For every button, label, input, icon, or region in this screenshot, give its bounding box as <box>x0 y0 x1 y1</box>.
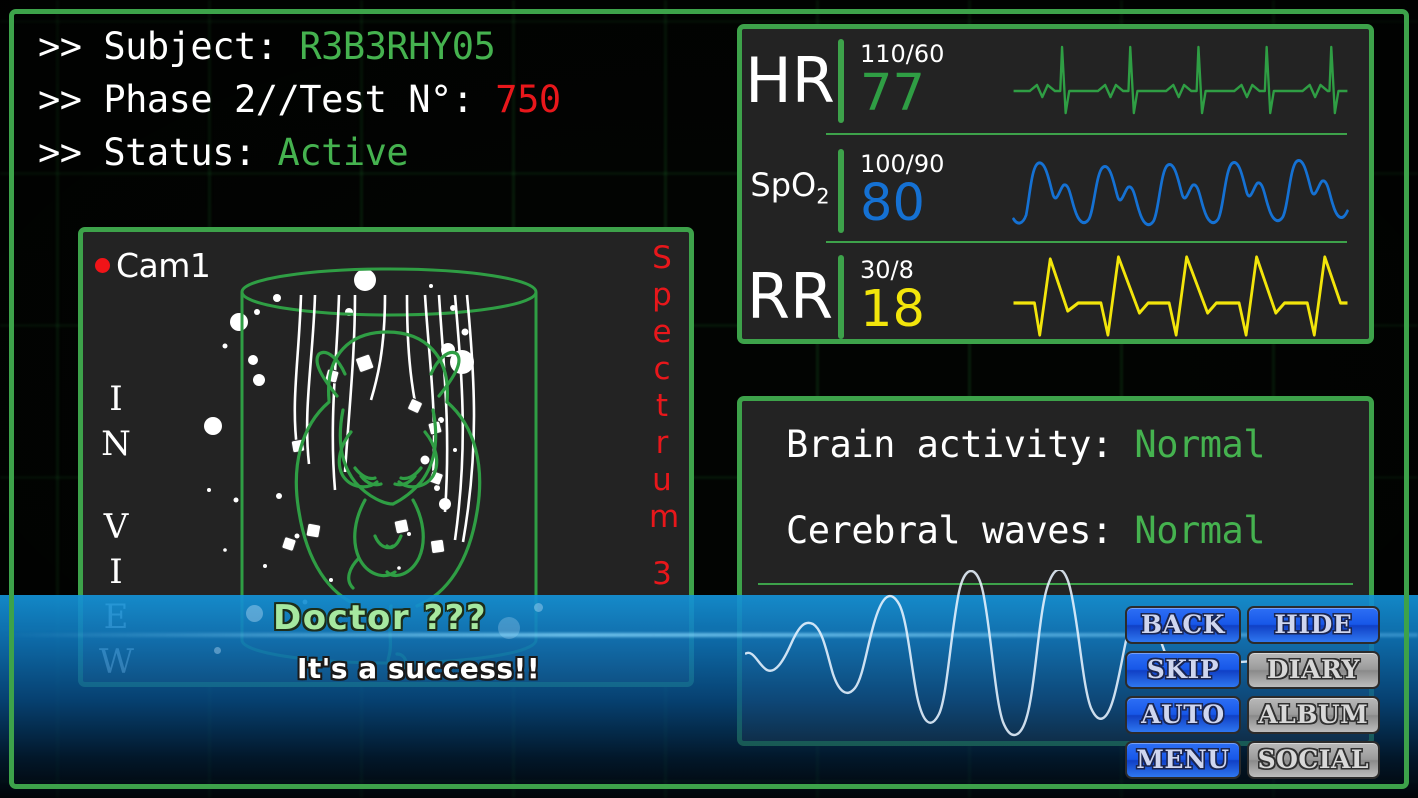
vital-numbers-hr: 110/60 77 <box>860 42 1010 123</box>
in-view-char: N <box>101 424 131 464</box>
cerebral-waves-line: Cerebral waves: Normal <box>786 509 1266 552</box>
vital-separator <box>826 241 1347 243</box>
subject-value: R3B3RHY05 <box>299 25 496 68</box>
spectrum-vertical-label: S p e c t r u m 3 <box>649 240 679 593</box>
brain-activity-label: Brain activity: <box>786 423 1135 466</box>
vital-label-hr: HR <box>745 44 835 117</box>
status-header: >> Subject: R3B3RHY05 >> Phase 2//Test N… <box>38 20 698 179</box>
status-value: Active <box>277 131 409 174</box>
menu-button[interactable]: MENU <box>1125 741 1241 779</box>
vital-separator <box>826 133 1347 135</box>
brain-activity-line: Brain activity: Normal <box>786 423 1266 466</box>
spectrum-number: 3 <box>652 556 672 592</box>
spectrum-char: p <box>652 277 672 313</box>
spectrum-char: m <box>649 499 680 535</box>
respiration-waveform <box>1013 255 1348 337</box>
spectrum-char: r <box>655 425 669 461</box>
vital-numbers-spo2: 100/90 80 <box>860 152 1010 233</box>
hide-button[interactable]: HIDE <box>1246 606 1380 644</box>
recording-indicator-icon <box>95 258 110 273</box>
status-label: >> Status: <box>38 131 278 174</box>
header-line-subject: >> Subject: R3B3RHY05 <box>38 20 698 73</box>
in-view-char: V <box>103 507 129 547</box>
cerebral-waves-value: Normal <box>1134 509 1266 552</box>
in-view-vertical-label: I N V I E W <box>99 377 134 682</box>
diary-button[interactable]: DIARY <box>1246 651 1380 689</box>
spectrum-char: e <box>652 314 672 350</box>
brain-activity-value: Normal <box>1134 423 1266 466</box>
skip-button[interactable]: SKIP <box>1125 651 1241 689</box>
social-button[interactable]: SOCIAL <box>1246 741 1380 779</box>
vital-divider <box>838 255 844 339</box>
header-line-status: >> Status: Active <box>38 126 698 179</box>
auto-button[interactable]: AUTO <box>1125 696 1241 734</box>
dialogue-speaker-name: Doctor ??? <box>273 598 488 638</box>
in-view-char: E <box>103 597 129 637</box>
vital-row-hr: HR 110/60 77 <box>742 31 1369 131</box>
pleth-waveform <box>1012 159 1349 227</box>
vital-row-spo2: SpO2 100/90 80 <box>742 141 1369 241</box>
vital-divider <box>838 39 844 123</box>
vital-row-rr: RR 30/8 18 <box>742 247 1369 347</box>
in-view-char: I <box>109 379 123 419</box>
vitals-monitor-panel: HR 110/60 77 SpO2 100/90 80 RR 30/8 18 <box>737 24 1374 344</box>
vital-value-hr: 77 <box>860 64 925 123</box>
subject-label: >> Subject: <box>38 25 300 68</box>
vital-value-rr: 18 <box>860 280 925 339</box>
back-button[interactable]: BACK <box>1125 606 1241 644</box>
vital-label-rr: RR <box>746 260 834 333</box>
vital-value-spo2: 80 <box>860 174 925 233</box>
in-view-char: W <box>99 642 134 682</box>
header-line-phase: >> Phase 2//Test N°: 750 <box>38 73 698 126</box>
vital-divider <box>838 149 844 233</box>
spectrum-char: u <box>652 462 672 498</box>
spectrum-char: t <box>655 388 669 424</box>
phase-label: >> Phase 2//Test N°: <box>38 78 496 121</box>
ecg-waveform <box>1013 45 1348 115</box>
test-number-value: 750 <box>495 78 561 121</box>
in-view-char: I <box>109 552 123 592</box>
cerebral-waves-label: Cerebral waves: <box>786 509 1135 552</box>
game-screen: >> Subject: R3B3RHY05 >> Phase 2//Test N… <box>0 0 1418 798</box>
in-view-gap <box>99 467 133 505</box>
brain-separator <box>758 583 1353 585</box>
vital-label-spo2: SpO2 <box>750 166 830 209</box>
vital-numbers-rr: 30/8 18 <box>860 258 1010 339</box>
spectrum-char: c <box>653 351 671 387</box>
album-button[interactable]: ALBUM <box>1246 696 1380 734</box>
spectrum-gap <box>649 536 675 556</box>
dialogue-text: It's a success!! <box>297 652 541 685</box>
spectrum-char: S <box>652 240 672 276</box>
vn-button-cluster: BACK HIDE SKIP DIARY AUTO ALBUM MENU SOC… <box>1125 606 1380 779</box>
